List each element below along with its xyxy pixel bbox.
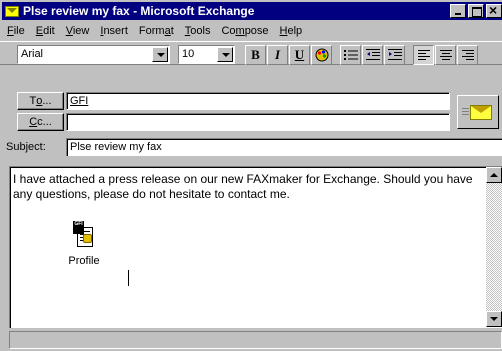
envelope-icon: [470, 105, 492, 120]
attachment-label: Profile: [68, 255, 100, 267]
scroll-up-icon[interactable]: [486, 167, 502, 183]
menu-compose[interactable]: Compose: [216, 25, 274, 37]
bold-button[interactable]: B: [245, 45, 266, 65]
attachment[interactable]: GFI Profile: [54, 221, 114, 267]
outdent-icon: [365, 49, 380, 60]
status-bar: [9, 331, 502, 349]
subject-field[interactable]: Plse review my fax: [66, 138, 502, 156]
message-body[interactable]: I have attached a press release on our n…: [9, 166, 502, 328]
font-size-value: 10: [182, 48, 195, 60]
align-left-button[interactable]: [413, 45, 434, 65]
maximize-button[interactable]: [468, 4, 484, 18]
align-right-button[interactable]: [457, 45, 478, 65]
subject-label: Subject:: [6, 141, 46, 153]
cc-field[interactable]: [66, 113, 450, 131]
menu-format[interactable]: Format: [134, 25, 180, 37]
menu-edit[interactable]: Edit: [31, 25, 61, 37]
envelope-icon: [5, 5, 19, 17]
bullets-button[interactable]: [340, 45, 361, 65]
font-name-select[interactable]: Arial: [17, 45, 170, 64]
send-button[interactable]: [457, 95, 499, 129]
title-bar[interactable]: Plse review my fax - Microsoft Exchange: [2, 2, 502, 20]
align-right-icon: [461, 49, 474, 60]
menu-file[interactable]: File: [2, 25, 31, 37]
bullet-list-icon: [343, 50, 358, 60]
font-size-select[interactable]: 10: [178, 45, 235, 64]
menu-view[interactable]: View: [61, 25, 96, 37]
format-toolbar: Arial 10 B I U: [0, 41, 502, 65]
chevron-down-icon[interactable]: [152, 47, 168, 62]
align-left-icon: [417, 49, 430, 60]
color-palette-icon: [315, 48, 328, 62]
align-center-button[interactable]: [435, 45, 456, 65]
text-cursor: [128, 270, 129, 286]
scroll-down-icon[interactable]: [486, 311, 502, 327]
vertical-scrollbar[interactable]: [486, 167, 502, 327]
exchange-compose-window: Plse review my fax - Microsoft Exchange …: [0, 0, 502, 351]
decrease-indent-button[interactable]: [362, 45, 383, 65]
bold-icon: B: [251, 47, 260, 62]
menu-insert[interactable]: Insert: [95, 25, 134, 37]
increase-indent-button[interactable]: [384, 45, 405, 65]
color-button[interactable]: [311, 45, 332, 65]
italic-button[interactable]: I: [267, 45, 288, 65]
message-text: I have attached a press release on our n…: [13, 172, 473, 201]
italic-icon: I: [274, 47, 281, 62]
speed-lines-icon: [462, 108, 469, 115]
cc-button[interactable]: Cc...: [17, 113, 64, 131]
to-field[interactable]: GFI: [66, 92, 450, 110]
to-button[interactable]: To...: [17, 92, 64, 110]
menu-help[interactable]: Help: [275, 25, 309, 37]
underline-button[interactable]: U: [289, 45, 310, 65]
menu-tools[interactable]: Tools: [180, 25, 217, 37]
document-attachment-icon: GFI: [73, 221, 95, 249]
to-recipient: GFI: [70, 95, 89, 107]
close-button[interactable]: [486, 2, 502, 18]
chevron-down-icon[interactable]: [217, 47, 233, 62]
menu-bar: File Edit View Insert Format Tools Compo…: [2, 22, 502, 40]
minimize-button[interactable]: [450, 4, 466, 18]
window-title: Plse review my fax - Microsoft Exchange: [23, 4, 255, 18]
align-center-icon: [439, 49, 452, 60]
font-name-value: Arial: [21, 48, 44, 60]
indent-icon: [387, 49, 402, 60]
window-controls: [448, 2, 502, 18]
underline-icon: U: [294, 47, 305, 62]
